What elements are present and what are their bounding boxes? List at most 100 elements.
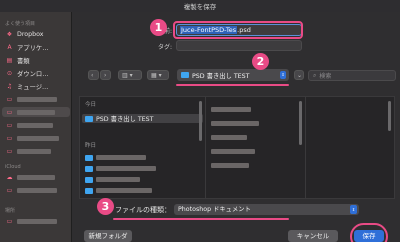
redacted-label — [17, 122, 53, 128]
sidebar-item-redacted[interactable]: ▭ — [6, 146, 70, 156]
folder-row[interactable]: PSD 書き出し TEST — [82, 114, 203, 123]
redacted-label — [96, 166, 156, 171]
music-icon: ♫ — [6, 82, 13, 90]
redacted-label — [17, 135, 59, 141]
view-mode-button[interactable]: ▥ ▾ — [118, 70, 142, 80]
group-icon: ▦ ▾ — [151, 72, 162, 79]
redacted-label — [17, 218, 57, 224]
redacted-label — [17, 174, 55, 180]
folder-icon: ▭ — [6, 147, 13, 155]
browser-column-1: 今日 PSD 書き出し TEST 昨日 — [80, 97, 206, 198]
cancel-button[interactable]: キャンセル — [288, 230, 338, 242]
folder-name: PSD 書き出し TEST — [96, 116, 154, 123]
apps-icon: A — [7, 43, 12, 51]
highlight-underline-location — [176, 84, 289, 86]
expand-button[interactable]: ⌄ — [294, 70, 304, 80]
folder-row[interactable] — [82, 175, 203, 184]
sidebar-item-redacted[interactable]: ▭ — [6, 133, 70, 143]
redacted-label — [96, 188, 152, 193]
redacted-label — [96, 155, 146, 160]
sidebar-section-location: 場所 — [5, 208, 16, 214]
sidebar-item-label: ダウンロ… — [17, 70, 49, 78]
redacted-label — [17, 109, 55, 115]
file-row[interactable] — [208, 105, 303, 114]
sidebar-item-label: Dropbox — [17, 30, 44, 38]
sidebar-item-redacted-selected[interactable]: ▭ — [2, 107, 70, 117]
folder-row[interactable] — [82, 186, 203, 195]
folder-icon — [85, 165, 93, 172]
sidebar-item-documents[interactable]: ▤ 書類 — [6, 55, 70, 65]
redacted-label — [17, 148, 51, 154]
window-title: 複製を保存 — [183, 3, 217, 11]
cloud-icon: ☁ — [6, 173, 13, 181]
folder-icon: ▭ — [6, 108, 13, 116]
tag-field[interactable] — [176, 40, 302, 51]
scrollbar[interactable] — [388, 101, 391, 131]
step-2-badge: 2 — [252, 53, 269, 70]
title-bar: 複製を保存 — [0, 0, 400, 12]
scrollbar[interactable] — [299, 101, 302, 145]
folder-row[interactable] — [82, 164, 203, 173]
highlight-circle-save — [350, 223, 388, 242]
folder-icon — [85, 187, 93, 194]
chevron-updown-icon: ⇕ — [350, 205, 357, 214]
browser-column-2 — [206, 97, 306, 198]
group-button[interactable]: ▦ ▾ — [147, 70, 169, 80]
file-type-value: Photoshop ドキュメント — [178, 206, 251, 213]
sidebar: よく使う項目 ❖ Dropbox A アプリケ… ▤ 書類 ⊙ ダウンロ… ♫ … — [0, 12, 72, 242]
download-icon: ⊙ — [6, 69, 13, 77]
forward-button[interactable]: › — [100, 70, 111, 80]
file-row[interactable] — [208, 161, 303, 170]
redacted-label — [211, 149, 255, 154]
sidebar-section-favorites: よく使う項目 — [5, 21, 36, 27]
redacted-label — [211, 135, 247, 140]
new-folder-button[interactable]: 新規フォルダ — [84, 230, 132, 242]
sidebar-item-redacted[interactable]: ☁ — [6, 172, 70, 182]
sidebar-item-redacted[interactable]: ▭ — [6, 120, 70, 130]
folder-row[interactable] — [82, 153, 203, 162]
redacted-label — [211, 121, 259, 126]
sidebar-item-redacted[interactable]: ▭ — [6, 94, 70, 104]
redacted-label — [211, 107, 251, 112]
sidebar-item-label: ミュージ… — [17, 83, 49, 91]
sidebar-item-music[interactable]: ♫ ミュージ… — [6, 81, 70, 91]
search-placeholder: 検索 — [319, 73, 332, 80]
file-row[interactable] — [208, 147, 303, 156]
sidebar-item-redacted[interactable]: ▭ — [6, 216, 70, 226]
folder-icon — [85, 154, 93, 161]
yesterday-header: 昨日 — [85, 143, 97, 149]
folder-icon — [85, 115, 93, 122]
sidebar-item-redacted[interactable]: ▭ — [6, 185, 70, 195]
location-label: PSD 書き出し TEST — [192, 72, 250, 80]
highlight-underline-filetype — [113, 218, 289, 220]
today-header: 今日 — [85, 102, 97, 108]
redacted-label — [96, 177, 140, 182]
highlight-box-name — [173, 21, 303, 39]
file-type-label: ファイルの種類： — [115, 206, 171, 214]
sidebar-item-downloads[interactable]: ⊙ ダウンロ… — [6, 68, 70, 78]
document-icon: ▤ — [6, 56, 13, 64]
sidebar-item-dropbox[interactable]: ❖ Dropbox — [6, 29, 70, 39]
folder-icon: ▭ — [6, 186, 13, 194]
sidebar-section-icloud: iCloud — [5, 164, 21, 170]
save-dialog: 名前: Juce-FontPSD-Tes.psd 1 タグ: ‹ › ▥ ▾ ▦… — [72, 12, 400, 242]
file-browser: 今日 PSD 書き出し TEST 昨日 — [79, 96, 395, 199]
file-row[interactable] — [208, 133, 303, 142]
folder-icon: ▭ — [6, 121, 13, 129]
dropbox-icon: ❖ — [6, 30, 13, 38]
file-row[interactable] — [208, 119, 303, 128]
tag-label: タグ: — [157, 44, 172, 51]
computer-icon: ▭ — [6, 217, 13, 225]
chevron-updown-icon: ⇕ — [280, 71, 286, 79]
folder-icon — [181, 72, 189, 78]
scrollbar[interactable] — [199, 101, 202, 141]
file-type-popup[interactable]: Photoshop ドキュメント ⇕ — [174, 204, 359, 215]
sidebar-item-applications[interactable]: A アプリケ… — [6, 42, 70, 52]
back-button[interactable]: ‹ — [88, 70, 99, 80]
location-popup[interactable]: PSD 書き出し TEST ⇕ — [177, 69, 289, 81]
search-field[interactable]: ⌕ 検索 — [308, 70, 396, 81]
step-1-badge: 1 — [150, 19, 167, 36]
sidebar-item-label: 書類 — [17, 57, 30, 65]
folder-icon: ▭ — [6, 134, 13, 142]
step-3-badge: 3 — [97, 198, 114, 215]
